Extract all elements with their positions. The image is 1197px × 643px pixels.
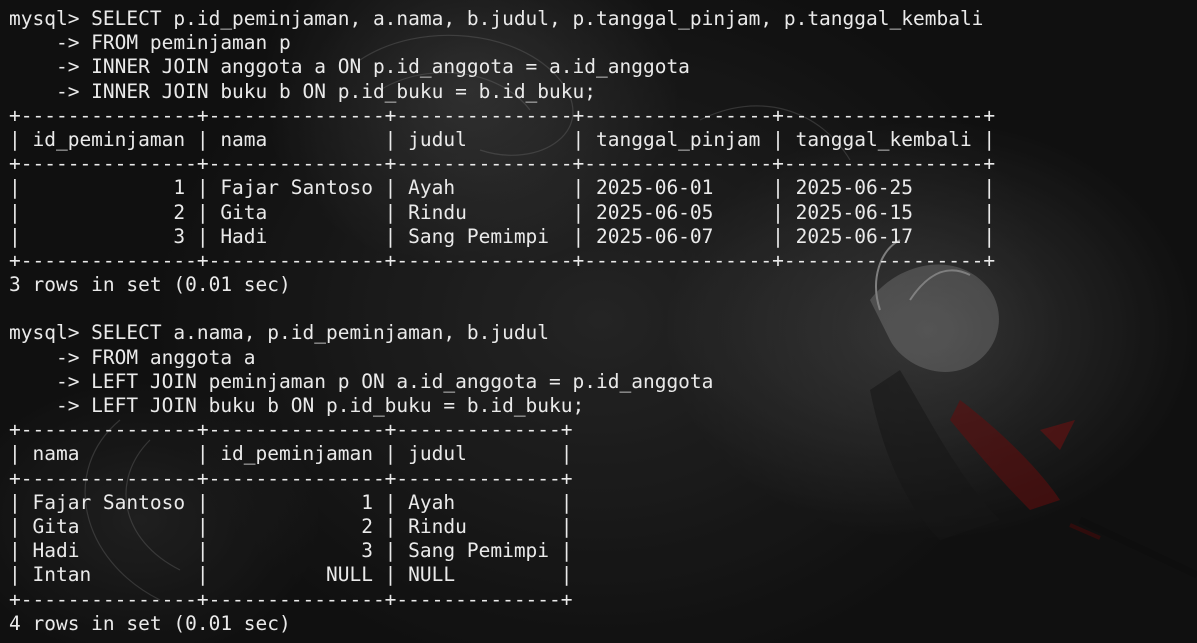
table-border: +---------------+---------------+-------… bbox=[9, 103, 996, 127]
table-row: | Intan | NULL | NULL | bbox=[9, 563, 573, 587]
terminal-window[interactable]: mysql> SELECT p.id_peminjaman, a.nama, b… bbox=[0, 0, 1197, 643]
table-row: | 1 | Fajar Santoso | Ayah | 2025-06-01 … bbox=[9, 176, 996, 200]
terminal-line: -> FROM peminjaman p bbox=[9, 31, 291, 55]
terminal-output: mysql> SELECT p.id_peminjaman, a.nama, b… bbox=[9, 7, 995, 636]
table-border: +---------------+---------------+-------… bbox=[9, 466, 573, 490]
table-border: +---------------+---------------+-------… bbox=[9, 152, 996, 176]
terminal-line: mysql> SELECT p.id_peminjaman, a.nama, b… bbox=[9, 7, 984, 30]
table-row: | 3 | Hadi | Sang Pemimpi | 2025-06-07 |… bbox=[9, 224, 996, 248]
terminal-line: mysql> SELECT a.nama, p.id_peminjaman, b… bbox=[9, 321, 550, 345]
result-summary: 4 rows in set (0.01 sec) bbox=[9, 611, 291, 635]
result-summary: 3 rows in set (0.01 sec) bbox=[9, 273, 291, 297]
table-border: +---------------+---------------+-------… bbox=[9, 587, 573, 611]
table-border: +---------------+---------------+-------… bbox=[9, 248, 996, 272]
table-border: +---------------+---------------+-------… bbox=[9, 418, 573, 442]
terminal-line: -> INNER JOIN anggota a ON p.id_anggota … bbox=[9, 55, 690, 79]
terminal-line: -> LEFT JOIN peminjaman p ON a.id_anggot… bbox=[9, 369, 714, 393]
terminal-line: -> INNER JOIN buku b ON p.id_buku = b.id… bbox=[9, 79, 596, 103]
table-row: | Hadi | 3 | Sang Pemimpi | bbox=[9, 539, 573, 563]
table-header-row: | nama | id_peminjaman | judul | bbox=[9, 442, 573, 466]
terminal-line: -> LEFT JOIN buku b ON p.id_buku = b.id_… bbox=[9, 394, 585, 417]
terminal-line: -> FROM anggota a bbox=[9, 345, 256, 369]
table-header-row: | id_peminjaman | nama | judul | tanggal… bbox=[9, 127, 996, 151]
table-row: | Fajar Santoso | 1 | Ayah | bbox=[9, 490, 573, 514]
table-row: | Gita | 2 | Rindu | bbox=[9, 514, 573, 538]
table-row: | 2 | Gita | Rindu | 2025-06-05 | 2025-0… bbox=[9, 200, 996, 224]
